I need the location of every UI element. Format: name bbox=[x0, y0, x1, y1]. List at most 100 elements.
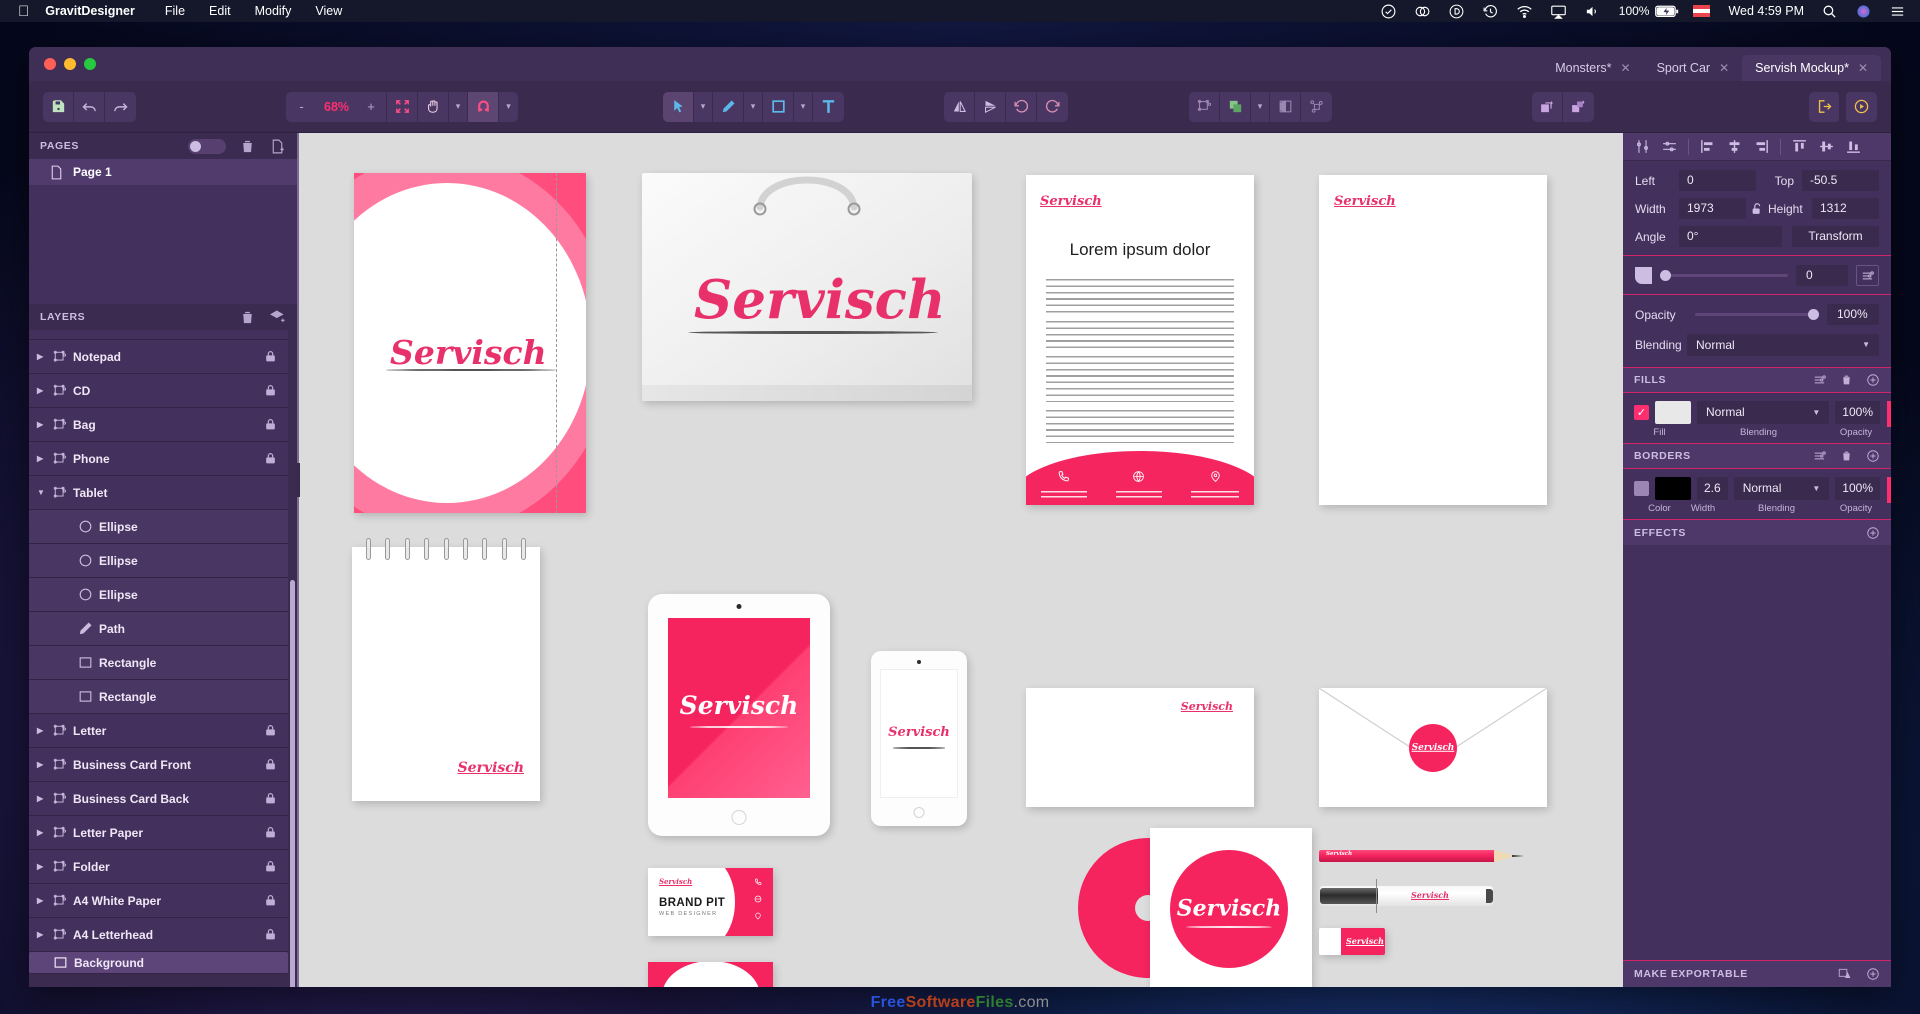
cd-mockup[interactable]: Servisch bbox=[1078, 838, 1312, 978]
lock-icon[interactable] bbox=[264, 757, 277, 772]
trash-icon[interactable] bbox=[1840, 449, 1853, 463]
pen-tool-icon[interactable] bbox=[713, 92, 744, 122]
align-middle-icon[interactable] bbox=[1814, 136, 1839, 158]
layer-row-path[interactable]: Path bbox=[29, 612, 288, 646]
layer-row-a4-letterhead[interactable]: ▶ A4 Letterhead bbox=[29, 918, 288, 952]
layer-row-background[interactable]: Background bbox=[29, 952, 288, 974]
window-traffic-lights[interactable] bbox=[29, 58, 96, 70]
plus-circle-icon[interactable] bbox=[1866, 373, 1880, 387]
checkmark-circle-icon[interactable] bbox=[1380, 3, 1397, 20]
trash-icon[interactable] bbox=[1840, 373, 1853, 387]
visibility-toggle[interactable] bbox=[188, 139, 226, 154]
layers-scrollbar[interactable] bbox=[290, 580, 295, 987]
undo-button[interactable] bbox=[74, 92, 105, 122]
preview-play-icon[interactable] bbox=[1846, 92, 1877, 122]
layer-row-ellipse-1[interactable]: Ellipse bbox=[29, 510, 288, 544]
zoom-level-label[interactable]: 68% bbox=[317, 92, 356, 122]
fill-blending-select[interactable]: Normal ▼ bbox=[1697, 401, 1829, 424]
redo-button[interactable] bbox=[105, 92, 136, 122]
rectangle-tool-icon[interactable] bbox=[763, 92, 794, 122]
layer-row-bag[interactable]: ▶ Bag bbox=[29, 408, 288, 442]
border-color-swatch[interactable] bbox=[1655, 477, 1691, 500]
blending-select[interactable]: Normal ▼ bbox=[1687, 334, 1879, 356]
layer-row-rectangle-1[interactable]: Rectangle bbox=[29, 646, 288, 680]
pointer-tool-icon[interactable] bbox=[663, 92, 694, 122]
wifi-icon[interactable] bbox=[1516, 3, 1533, 20]
menu-clock[interactable]: Wed 4:59 PM bbox=[1728, 4, 1804, 18]
tab-servish-mockup[interactable]: Servish Mockup* ✕ bbox=[1742, 55, 1881, 81]
left-input[interactable]: 0 bbox=[1679, 170, 1756, 191]
menu-modify[interactable]: Modify bbox=[255, 4, 292, 18]
layer-row-business-card-back[interactable]: ▶ Business Card Back bbox=[29, 782, 288, 816]
layer-row-cd[interactable]: ▶ CD bbox=[29, 374, 288, 408]
paper-bag-mockup[interactable]: Servisch bbox=[642, 173, 972, 401]
text-tool-icon[interactable] bbox=[813, 92, 844, 122]
align-right-icon[interactable] bbox=[1749, 136, 1774, 158]
chevron-right-icon[interactable]: ▶ bbox=[37, 828, 51, 837]
fit-to-screen-icon[interactable] bbox=[387, 92, 418, 122]
canvas-left-handle[interactable] bbox=[297, 463, 300, 497]
chevron-right-icon[interactable]: ▶ bbox=[37, 454, 51, 463]
close-icon[interactable]: ✕ bbox=[1858, 61, 1868, 75]
plus-circle-icon[interactable] bbox=[1866, 526, 1880, 540]
phone-home-button[interactable] bbox=[914, 807, 925, 818]
notepad-mockup[interactable]: Servisch bbox=[352, 547, 540, 801]
folder-mockup[interactable]: Servisch bbox=[354, 173, 586, 513]
plus-circle-icon[interactable] bbox=[1866, 449, 1880, 463]
time-machine-icon[interactable] bbox=[1482, 3, 1499, 20]
pen-tool-dropdown[interactable]: ▾ bbox=[744, 92, 763, 122]
align-top-icon[interactable] bbox=[1787, 136, 1812, 158]
phone-mockup[interactable]: Servisch bbox=[871, 651, 967, 826]
minimize-window-button[interactable] bbox=[64, 58, 76, 70]
layer-row-notepad[interactable]: ▶ Notepad bbox=[29, 340, 288, 374]
creative-cloud-icon[interactable] bbox=[1414, 3, 1431, 20]
menu-edit[interactable]: Edit bbox=[209, 4, 231, 18]
layer-row-ellipse-3[interactable]: Ellipse bbox=[29, 578, 288, 612]
snap-magnet-icon[interactable] bbox=[468, 92, 499, 122]
volume-icon[interactable] bbox=[1584, 3, 1601, 20]
chevron-right-icon[interactable]: ▶ bbox=[37, 352, 51, 361]
sliders-icon[interactable] bbox=[1856, 265, 1879, 286]
search-icon[interactable] bbox=[1821, 3, 1838, 20]
ungroup-icon[interactable] bbox=[1563, 92, 1594, 122]
border-enabled-checkbox[interactable] bbox=[1634, 481, 1649, 496]
fill-enabled-checkbox[interactable]: ✓ bbox=[1634, 405, 1649, 420]
layer-row-ellipse-2[interactable]: Ellipse bbox=[29, 544, 288, 578]
layer-row-rectangle-2[interactable]: Rectangle bbox=[29, 680, 288, 714]
zoom-out-button[interactable]: - bbox=[286, 92, 317, 122]
path-edit-icon[interactable] bbox=[1301, 92, 1332, 122]
envelope-mockup[interactable]: Servisch bbox=[1319, 688, 1547, 807]
chevron-down-icon[interactable]: ▼ bbox=[37, 488, 51, 497]
save-button[interactable] bbox=[43, 92, 74, 122]
siri-icon[interactable] bbox=[1855, 3, 1872, 20]
pages-list[interactable]: Page 1 bbox=[29, 159, 297, 304]
lock-icon[interactable] bbox=[264, 451, 277, 466]
austria-flag-icon[interactable] bbox=[1693, 5, 1710, 17]
maximize-window-button[interactable] bbox=[84, 58, 96, 70]
tablet-home-button[interactable] bbox=[732, 810, 747, 825]
chevron-right-icon[interactable]: ▶ bbox=[37, 760, 51, 769]
mask-icon[interactable] bbox=[1270, 92, 1301, 122]
height-input[interactable]: 1312 bbox=[1812, 198, 1879, 219]
align-bottom-icon[interactable] bbox=[1841, 136, 1866, 158]
trash-icon[interactable] bbox=[239, 138, 256, 155]
corner-radius-slider[interactable] bbox=[1660, 274, 1788, 277]
letter-paper-mockup[interactable]: Servisch bbox=[1026, 688, 1254, 807]
close-icon[interactable]: ✕ bbox=[1621, 61, 1631, 75]
distribute-horizontal-icon[interactable] bbox=[1630, 136, 1655, 158]
sliders-icon[interactable] bbox=[1813, 373, 1827, 387]
border-width-value[interactable]: 2.6 bbox=[1697, 477, 1728, 500]
close-icon[interactable]: ✕ bbox=[1719, 61, 1729, 75]
layer-row-a4-white-paper[interactable]: ▶ A4 White Paper bbox=[29, 884, 288, 918]
battery-charging-icon[interactable] bbox=[1655, 5, 1679, 18]
export-icon[interactable] bbox=[1809, 92, 1840, 122]
lock-icon[interactable] bbox=[264, 383, 277, 398]
flip-horizontal-icon[interactable] bbox=[944, 92, 975, 122]
transform-button[interactable]: Transform bbox=[1792, 226, 1879, 247]
sliders-icon[interactable] bbox=[1813, 449, 1827, 463]
pointer-tool-dropdown[interactable]: ▾ bbox=[694, 92, 713, 122]
tablet-mockup[interactable]: Servisch bbox=[648, 594, 830, 836]
fill-color-swatch[interactable] bbox=[1655, 401, 1691, 424]
page-item-page-1[interactable]: Page 1 bbox=[29, 159, 297, 185]
opacity-value[interactable]: 100% bbox=[1827, 304, 1879, 325]
